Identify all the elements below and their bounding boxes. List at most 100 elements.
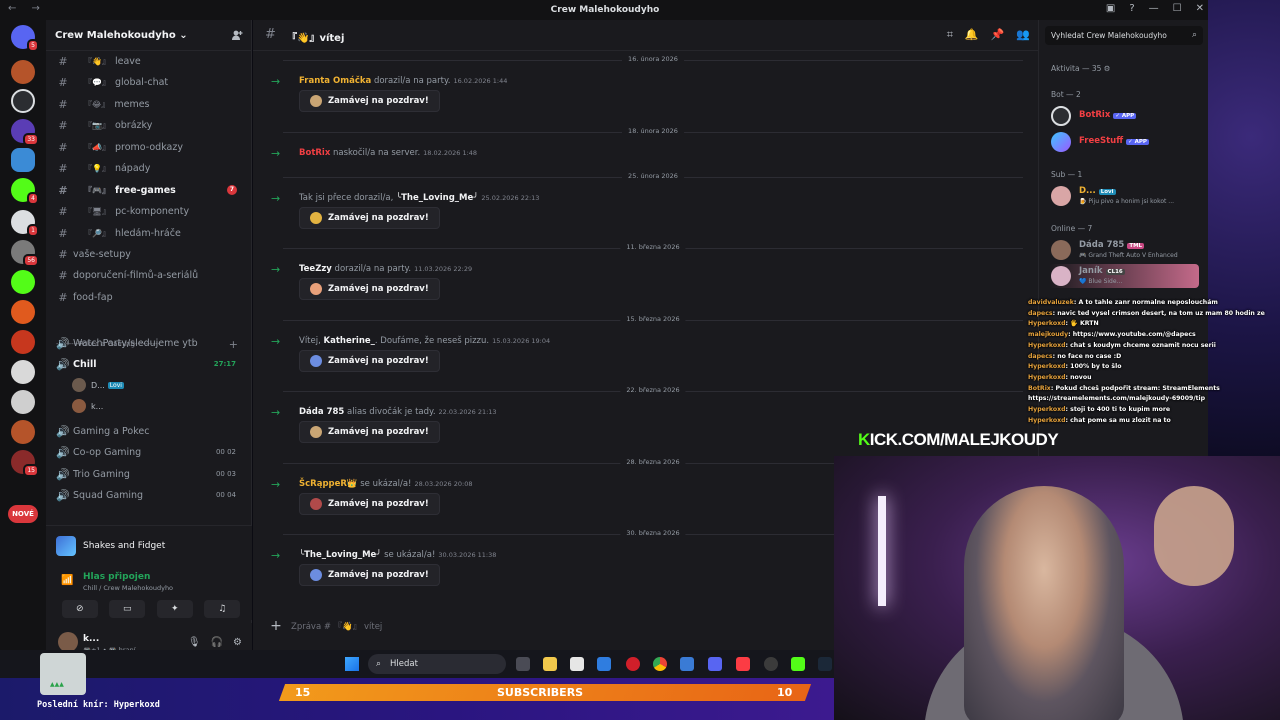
inbox-icon[interactable]: ▣ [1106,3,1115,14]
photos-icon[interactable] [680,657,694,671]
chrome-icon[interactable] [653,657,667,671]
kick-server-icon[interactable]: 4 [11,178,39,205]
server-icon[interactable]: 1 [11,210,39,237]
channel-item-hledam-hrace[interactable]: # 『🔎』 hledám-hráče [54,223,246,243]
message-username[interactable]: Dáda 785 [299,407,344,417]
voice-channel-co-op[interactable]: 🔊 Co-op Gaming 00 02 [54,442,246,462]
voice-channel-chill[interactable]: 🔊 Chill 27:17 [54,354,246,374]
server-icon[interactable] [11,60,35,84]
channel-item-promo-odkazy[interactable]: # 『📣』 promo-odkazy [54,137,246,157]
channel-item-napady[interactable]: # 『💡』 nápady [54,158,246,178]
bell-icon[interactable]: 🔔 [965,28,979,42]
wave-button[interactable]: Zamávej na pozdrav! [299,421,440,443]
channel-emoji: 『🎮』 [84,185,110,195]
maximize-icon[interactable]: ☐ [1173,3,1182,14]
screenshare-icon[interactable]: ▭ [109,600,146,618]
settings-icon[interactable]: ⚙ [233,637,242,648]
channel-item-free-games[interactable]: # 『🎮』 free-games 7 [54,180,246,200]
kick-icon[interactable] [791,657,805,671]
member-item[interactable]: D... Lovi 🍺 Piju pivo a honim jsi kokot ..… [1049,184,1199,208]
file-explorer-icon[interactable] [543,657,557,671]
new-servers-button[interactable]: NOVÉ [8,505,38,523]
minimize-icon[interactable]: — [1149,3,1159,14]
member-item[interactable]: Janík CL16 💙 Blue Side... [1049,264,1199,288]
message-username[interactable]: ŠcRąppeR👑 [299,479,358,489]
message-username[interactable]: Katherine_ [324,336,375,346]
server-icon[interactable]: 15 [11,450,39,477]
microphone-icon[interactable]: 🎙 [188,637,201,648]
message-username[interactable]: TeeZzy [299,264,332,274]
voice-user[interactable]: k... [72,399,103,413]
message-input[interactable]: Zpráva # 『👋』 vítej [291,620,382,632]
member-item[interactable]: BotRix ✓ APP [1049,104,1199,128]
channel-item-global-chat[interactable]: # 『💬』 global-chat [54,72,246,92]
taskbar-search[interactable]: ⌕ Hledat [368,654,506,674]
message-username[interactable]: Franta Omáčka [299,76,371,86]
channel-item-food-fap[interactable]: # food-fap [54,287,246,307]
wave-button[interactable]: Zamávej na pozdrav! [299,278,440,300]
voice-user[interactable]: D... Lovi [72,378,124,392]
threads-icon[interactable]: ⌗ [947,28,953,42]
server-icon[interactable] [11,360,35,384]
activity-panel[interactable]: Shakes and Fidget [46,525,252,565]
task-view-icon[interactable] [516,657,530,671]
channel-item-doporuceni[interactable]: # doporučení-filmů-a-seriálů [54,265,246,285]
close-icon[interactable]: ✕ [1196,3,1204,14]
avatar[interactable] [58,632,78,652]
message-username[interactable]: ╰The_Loving_Me╯ [396,193,478,203]
soundboard-icon[interactable]: ♫ [204,600,241,618]
windows-start-icon[interactable] [345,657,359,671]
app-icon[interactable] [764,657,778,671]
music-icon[interactable] [736,657,750,671]
channel-item-obrazky[interactable]: # 『📷』 obrázky [54,115,246,135]
date-label: 28. března 2026 [620,458,686,466]
server-icon[interactable] [11,330,35,354]
help-icon[interactable]: ? [1129,3,1134,14]
activities-icon[interactable]: ✦ [156,600,193,618]
headphones-icon[interactable]: 🎧 [211,637,223,648]
wave-button[interactable]: Zamávej na pozdrav! [299,90,440,112]
members-icon[interactable]: 👥 [1016,28,1030,42]
steam-icon[interactable] [818,657,832,671]
channel-item-memes[interactable]: # 『😂』 memes [54,94,246,114]
member-item[interactable]: FreeStuff ✓ APP [1049,130,1199,154]
opera-icon[interactable] [626,657,640,671]
server-crew-icon[interactable] [11,148,35,172]
message-username[interactable]: ╰The_Loving_Me╯ [299,550,381,560]
wave-button[interactable]: Zamávej na pozdrav! [299,207,440,229]
wave-button[interactable]: Zamávej na pozdrav! [299,564,440,586]
search-input[interactable]: Vyhledat Crew Malehokoudyho ⌕ [1045,26,1203,45]
channel-item-pc-komponenty[interactable]: # 『🖥』 pc-komponenty [54,201,246,221]
server-icon[interactable]: 33 [11,119,39,146]
signal-icon[interactable]: 📶 [61,575,73,586]
server-icon[interactable] [11,420,35,444]
wave-button[interactable]: Zamávej na pozdrav! [299,493,440,515]
pin-icon[interactable]: 📌 [991,28,1005,42]
voice-channel-gaming-a-pokec[interactable]: 🔊 Gaming a Pokec [54,421,246,441]
discord-home-icon[interactable]: 5 [11,25,39,52]
wave-button[interactable]: Zamávej na pozdrav! [299,350,440,372]
server-icon[interactable] [11,89,35,113]
user-limit: 00 03 [215,470,236,478]
voice-channel-trio[interactable]: 🔊 Trio Gaming 00 03 [54,464,246,484]
server-icon[interactable] [11,390,35,414]
add-attachment-icon[interactable]: + [261,618,291,634]
store-icon[interactable] [570,657,584,671]
message-username[interactable]: BotRix [299,148,330,158]
mail-icon[interactable] [597,657,611,671]
member-item[interactable]: Dáda 785 TML 🎮 Grand Theft Auto V Enhanced [1049,238,1199,262]
channel-item-leave[interactable]: # 『👋』 leave [54,51,246,71]
voice-channel-watchparty[interactable]: 🔊 WatchParty/sledujeme ytb [54,333,246,353]
username[interactable]: k... [83,634,99,644]
server-icon[interactable] [11,270,35,294]
invite-people-icon[interactable] [231,29,243,41]
discord-icon[interactable] [708,657,722,671]
server-icon[interactable]: 56 [11,240,39,267]
voice-location[interactable]: Chill / Crew Malehokoudyho [83,584,173,592]
server-icon[interactable] [11,300,35,324]
activity-header[interactable]: Aktivita — 35 ⚙ [1051,64,1110,73]
voice-channel-squad[interactable]: 🔊 Squad Gaming 00 04 [54,485,246,505]
server-header[interactable]: Crew Malehokoudyho ⌄ [46,20,251,51]
camera-off-icon[interactable]: ⊘ [61,600,98,618]
channel-item-vase-setupy[interactable]: # vaše-setupy [54,244,246,264]
